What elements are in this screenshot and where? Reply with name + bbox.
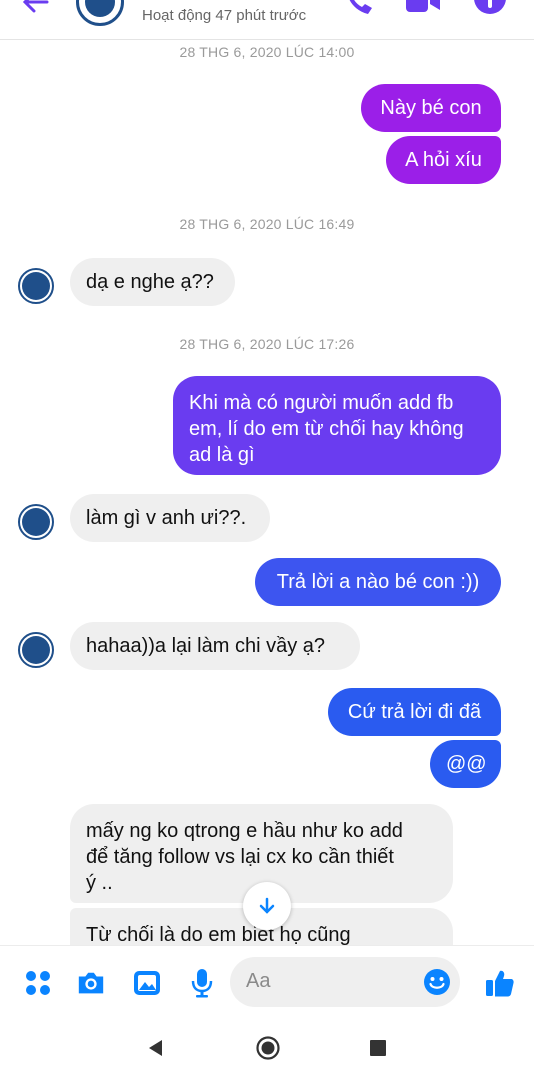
message-line: Khi mà có người muốn add fb	[189, 392, 454, 414]
nav-home-icon[interactable]	[255, 1035, 281, 1061]
nav-back-icon[interactable]	[146, 1039, 164, 1057]
message-bubble-received[interactable]: hahaa))a lại làm chi vầy ạ?	[70, 622, 360, 670]
message-line: mấy ng ko qtrong e hầu như ko add	[86, 820, 403, 842]
timestamp: 28 THG 6, 2020 LÚC 16:49	[179, 216, 355, 232]
timestamp: 28 THG 6, 2020 LÚC 14:00	[179, 44, 355, 60]
message-line: để tăng follow vs lại cx ko cần thiết	[86, 846, 394, 868]
message-input-placeholder: Aa	[246, 970, 271, 992]
microphone-icon[interactable]	[187, 968, 217, 998]
contact-avatar[interactable]	[18, 632, 54, 668]
message-input[interactable]: Aa	[230, 957, 460, 1007]
message-bubble-sent[interactable]: @@	[430, 740, 501, 788]
contact-avatar[interactable]	[18, 504, 54, 540]
more-actions-icon[interactable]	[23, 968, 53, 998]
message-line: em, lí do em từ chối hay không	[189, 418, 464, 440]
header-status: Hoạt động 47 phút trước	[142, 7, 307, 24]
contact-avatar[interactable]	[18, 268, 54, 304]
system-navigation-bar	[0, 1017, 534, 1080]
like-icon[interactable]	[482, 966, 516, 1000]
emoji-icon[interactable]	[422, 967, 452, 997]
avatar[interactable]	[76, 0, 124, 26]
scroll-down-button[interactable]	[243, 882, 291, 930]
arrow-down-icon	[259, 897, 275, 914]
camera-icon[interactable]	[76, 968, 106, 998]
message-bubble-sent[interactable]: Trả lời a nào bé con :))	[255, 558, 501, 606]
info-icon[interactable]	[474, 0, 506, 14]
message-list[interactable]: 28 THG 6, 2020 LÚC 14:00 Này bé con A hỏ…	[0, 40, 534, 945]
chat-header: Hoạt động 47 phút trước	[0, 0, 534, 40]
composer-bar: Aa	[0, 945, 534, 1017]
timestamp: 28 THG 6, 2020 LÚC 17:26	[179, 336, 355, 352]
back-arrow-icon[interactable]	[20, 0, 50, 14]
phone-icon[interactable]	[342, 0, 374, 18]
message-bubble-sent[interactable]: Cứ trả lời đi đã	[328, 688, 501, 736]
message-bubble-received[interactable]: làm gì v anh ưi??.	[70, 494, 270, 542]
nav-recents-icon[interactable]	[370, 1040, 386, 1056]
gallery-icon[interactable]	[132, 968, 162, 998]
message-bubble-sent[interactable]: Khi mà có người muốn add fb em, lí do em…	[173, 376, 501, 475]
video-icon[interactable]	[404, 0, 442, 18]
message-bubble-received[interactable]: dạ e nghe ạ??	[70, 258, 235, 306]
message-bubble-sent[interactable]: A hỏi xíu	[386, 136, 501, 184]
message-line: ad là gì	[189, 444, 255, 466]
message-bubble-sent[interactable]: Này bé con	[361, 84, 501, 132]
